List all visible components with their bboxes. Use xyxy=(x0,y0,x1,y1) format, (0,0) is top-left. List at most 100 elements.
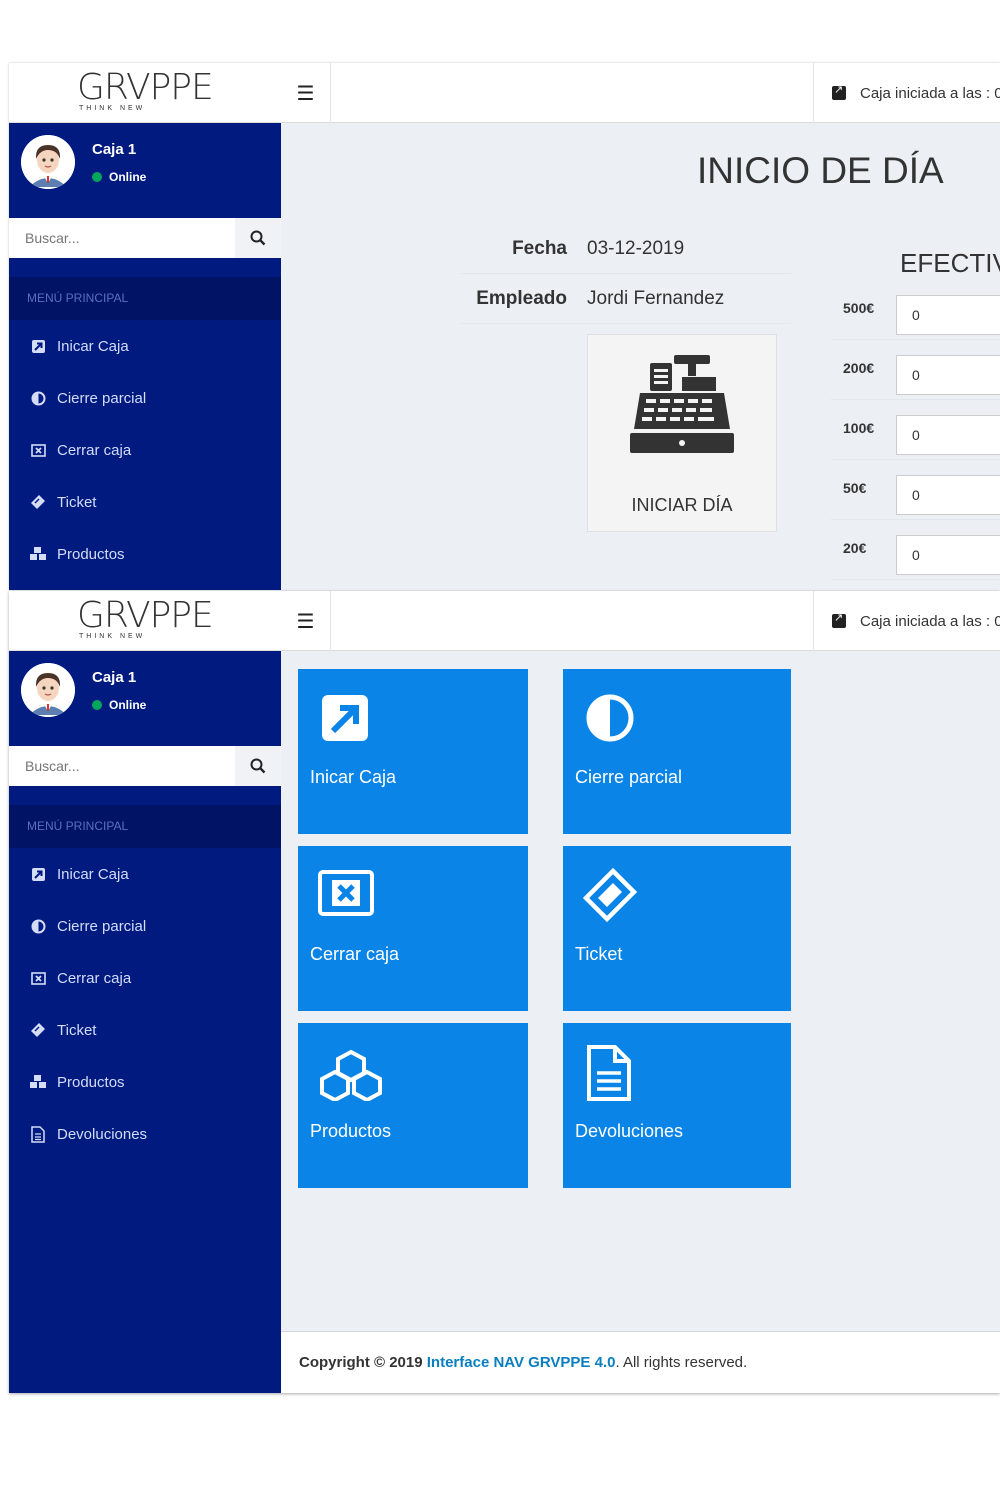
cash-count-input[interactable] xyxy=(896,475,1000,515)
sidebar-search xyxy=(9,746,281,786)
empleado-label: Empleado xyxy=(476,288,567,309)
sidebar-item-inicar-caja[interactable]: Inicar Caja xyxy=(9,848,281,900)
sidebar-item-label: Ticket xyxy=(57,1021,97,1039)
document-icon xyxy=(29,1125,47,1143)
close-box-icon xyxy=(29,441,47,459)
sidebar-item-productos[interactable]: Productos xyxy=(9,1056,281,1108)
search-button[interactable] xyxy=(235,218,281,258)
user-panel: Caja 1 Online xyxy=(9,651,281,745)
sidebar-item-label: Productos xyxy=(57,1073,125,1091)
cash-count-input[interactable] xyxy=(896,535,1000,575)
empleado-row: Empleado Jordi Fernandez xyxy=(461,274,791,324)
top-navbar: ☰ Caja iniciada a las : 0 xyxy=(281,63,1000,123)
close-box-icon xyxy=(29,969,47,987)
sidebar-item-label: Cerrar caja xyxy=(57,441,132,459)
external-link-icon xyxy=(322,695,368,741)
caja-status: Caja iniciada a las : 0 xyxy=(813,591,1000,651)
online-dot-icon xyxy=(92,700,102,710)
cash-row: 20€ xyxy=(831,520,1000,580)
caja-status: Caja iniciada a las : 0 xyxy=(813,63,1000,123)
external-link-icon xyxy=(832,611,846,628)
sidebar-item-label: Cierre parcial xyxy=(57,389,147,407)
iniciar-dia-button[interactable]: INICIAR DÍA xyxy=(587,334,777,532)
search-button[interactable] xyxy=(235,746,281,786)
sidebar-item-ticket[interactable]: Ticket xyxy=(9,1004,281,1056)
sidebar-item-label: Cerrar caja xyxy=(57,969,132,987)
user-panel: Caja 1 Online xyxy=(9,123,281,217)
efectivo-title: EFECTIVO xyxy=(900,248,1000,278)
logo-tagline: THINK NEW xyxy=(79,105,146,112)
denomination-label: 100€ xyxy=(843,420,875,436)
sidebar: Caja 1 Online MENÚ PRINCIPAL Inicar Caja… xyxy=(9,651,281,1393)
logo-tagline: THINK NEW xyxy=(79,633,146,640)
ticket-icon xyxy=(583,868,638,923)
hamburger-menu-icon[interactable]: ☰ xyxy=(281,63,331,123)
cash-count-input[interactable] xyxy=(896,295,1000,335)
external-link-icon xyxy=(29,337,47,355)
sidebar-search xyxy=(9,218,281,258)
sidebar: Caja 1 Online MENÚ PRINCIPAL Inicar Caja… xyxy=(9,123,281,590)
sidebar-item-cierre-parcial[interactable]: Cierre parcial xyxy=(9,372,281,424)
denomination-label: 200€ xyxy=(843,360,875,376)
tile-label: Cierre parcial xyxy=(575,767,683,787)
tile-ticket[interactable]: Ticket xyxy=(563,846,791,1011)
menu-header: MENÚ PRINCIPAL xyxy=(9,277,281,320)
ticket-icon xyxy=(29,1021,47,1039)
tile-inicar-caja[interactable]: Inicar Caja xyxy=(298,669,528,834)
tile-cerrar-caja[interactable]: Cerrar caja xyxy=(298,846,528,1011)
top-navbar: ☰ Caja iniciada a las : 0 xyxy=(281,591,1000,651)
logo[interactable]: GRVPPE THINK NEW xyxy=(9,591,281,651)
close-box-icon xyxy=(318,870,374,916)
cash-count-input[interactable] xyxy=(896,355,1000,395)
tile-label: Inicar Caja xyxy=(310,767,397,787)
footer-product-link[interactable]: Interface NAV GRVPPE 4.0 xyxy=(427,1354,616,1371)
sidebar-item-productos[interactable]: Productos xyxy=(9,528,281,580)
footer: Copyright © 2019 Interface NAV GRVPPE 4.… xyxy=(281,1331,1000,1393)
cash-register-icon xyxy=(630,355,734,453)
hamburger-menu-icon[interactable]: ☰ xyxy=(281,591,331,651)
tile-label: Productos xyxy=(310,1121,392,1141)
sidebar-item-devoluciones[interactable]: Devoluciones xyxy=(9,1108,281,1160)
tile-label: Devoluciones xyxy=(575,1121,684,1141)
logo[interactable]: GRVPPE THINK NEW xyxy=(9,63,281,123)
denomination-label: 50€ xyxy=(843,480,867,496)
half-circle-icon xyxy=(29,917,47,935)
sidebar-item-label: Devoluciones xyxy=(57,1125,148,1143)
tile-devoluciones[interactable]: Devoluciones xyxy=(563,1023,791,1188)
sidebar-item-cierre-parcial[interactable]: Cierre parcial xyxy=(9,900,281,952)
caja-status-text: Caja iniciada a las : 0 xyxy=(860,84,1000,102)
user-status: Online xyxy=(92,698,146,712)
half-circle-icon xyxy=(29,389,47,407)
avatar xyxy=(21,663,75,717)
logo-text: GRVPPE xyxy=(77,67,214,108)
fecha-value: 03-12-2019 xyxy=(587,238,685,259)
fecha-row: Fecha 03-12-2019 xyxy=(461,224,791,274)
search-input[interactable] xyxy=(9,218,235,258)
caja-status-text: Caja iniciada a las : 0 xyxy=(860,612,1000,630)
search-input[interactable] xyxy=(9,746,235,786)
footer-rights: . All rights reserved. xyxy=(615,1354,748,1371)
denomination-label: 500€ xyxy=(843,300,875,316)
tile-cierre-parcial[interactable]: Cierre parcial xyxy=(563,669,791,834)
tile-productos[interactable]: Productos xyxy=(298,1023,528,1188)
online-dot-icon xyxy=(92,172,102,182)
half-circle-icon xyxy=(586,694,634,742)
tile-label: Cerrar caja xyxy=(310,944,400,964)
cash-count-input[interactable] xyxy=(896,415,1000,455)
cubes-icon xyxy=(29,1073,47,1091)
inicio-dia-content: INICIO DE DÍA Fecha 03-12-2019 Empleado … xyxy=(281,123,1000,590)
external-link-icon xyxy=(832,83,846,100)
user-status-label: Online xyxy=(109,698,147,712)
cash-row: 500€ xyxy=(831,280,1000,340)
footer-copyright: Copyright © 2019 xyxy=(299,1354,423,1371)
page-title: INICIO DE DÍA xyxy=(697,150,944,191)
user-status: Online xyxy=(92,170,146,184)
sidebar-item-ticket[interactable]: Ticket xyxy=(9,476,281,528)
search-icon xyxy=(250,230,266,246)
sidebar-item-cerrar-caja[interactable]: Cerrar caja xyxy=(9,424,281,476)
cubes-icon xyxy=(29,545,47,563)
user-name: Caja 1 xyxy=(92,141,137,158)
ticket-icon xyxy=(29,493,47,511)
sidebar-item-inicar-caja[interactable]: Inicar Caja xyxy=(9,320,281,372)
sidebar-item-cerrar-caja[interactable]: Cerrar caja xyxy=(9,952,281,1004)
